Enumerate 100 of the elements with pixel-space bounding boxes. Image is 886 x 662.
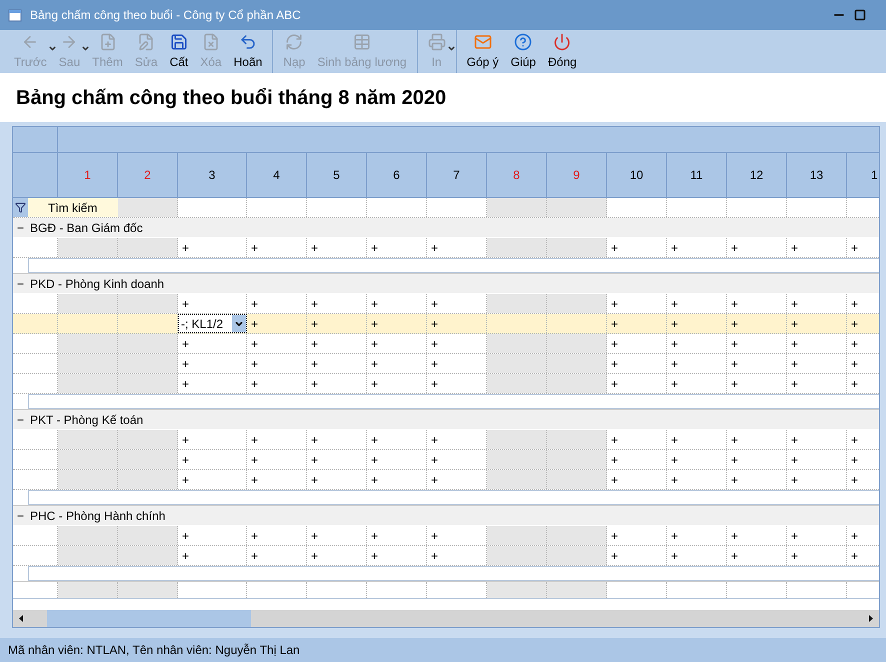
weekend-cell <box>547 546 607 565</box>
attendance-mark: + <box>371 316 378 332</box>
attendance-mark: + <box>251 316 258 332</box>
employee-row[interactable]: + + + + + + + + + + <box>13 374 879 394</box>
attendance-mark: + <box>731 376 738 392</box>
toolbar-button[interactable]: Cất <box>164 30 194 73</box>
attendance-mark: + <box>611 376 618 392</box>
weekend-cell <box>487 450 547 469</box>
employee-row[interactable]: + + + + + + + + + + <box>13 430 879 450</box>
document-x-icon <box>202 32 220 50</box>
search-field[interactable]: Tìm kiếm <box>28 198 118 217</box>
collapse-toggle[interactable]: − <box>13 410 28 428</box>
weekend-cell <box>487 334 547 353</box>
employee-row[interactable]: + + + + + + + + + + <box>13 450 879 470</box>
employee-row[interactable]: + + + + + + + + + + <box>13 238 879 258</box>
attendance-mark: + <box>791 452 798 468</box>
attendance-mark: + <box>251 432 258 448</box>
attendance-mark: + <box>611 452 618 468</box>
employee-row[interactable]: + + + + + + + + + + <box>13 354 879 374</box>
day-header: 8 <box>487 153 547 197</box>
group-title: PHC - Phòng Hành chính <box>29 508 166 524</box>
attendance-mark: + <box>731 472 738 488</box>
attendance-mark: + <box>851 432 858 448</box>
toolbar-button[interactable]: Giúp <box>504 30 542 73</box>
toolbar-button[interactable]: Góp ý <box>460 30 505 73</box>
weekend-cell <box>58 334 118 353</box>
attendance-mark: + <box>851 452 858 468</box>
attendance-mark: + <box>251 452 258 468</box>
weekend-cell <box>58 582 118 598</box>
attendance-mark: + <box>182 548 190 564</box>
attendance-mark: + <box>671 548 678 564</box>
scroll-thumb[interactable] <box>47 610 251 627</box>
envelope-icon <box>474 32 492 50</box>
attendance-mark: + <box>731 548 738 564</box>
weekend-cell <box>58 450 118 469</box>
attendance-mark: + <box>851 472 858 488</box>
attendance-mark: + <box>431 336 438 352</box>
toolbar-button[interactable]: Hoãn <box>228 30 268 73</box>
toolbar-button[interactable]: Đóng <box>542 30 583 73</box>
attendance-mark: + <box>851 296 858 312</box>
attendance-mark: + <box>431 316 438 332</box>
printer-icon <box>428 32 446 50</box>
day-header: 9 <box>547 153 607 197</box>
attendance-mark: + <box>311 376 318 392</box>
filter-icon[interactable] <box>15 202 26 213</box>
maximize-icon[interactable] <box>854 9 866 21</box>
horizontal-scrollbar[interactable] <box>13 610 879 627</box>
day-header: 1 <box>58 153 118 197</box>
attendance-mark: + <box>731 316 738 332</box>
day-header: 6 <box>367 153 427 197</box>
attendance-mark: + <box>311 240 318 256</box>
attendance-mark: + <box>791 240 798 256</box>
dropdown-button[interactable] <box>232 315 246 332</box>
undo-icon <box>238 32 257 50</box>
employee-row[interactable]: + + + + + + + + + + <box>13 526 879 546</box>
attendance-mark: + <box>182 336 190 352</box>
attendance-mark: + <box>431 452 438 468</box>
attendance-mark: + <box>611 432 618 448</box>
day-header: 5 <box>307 153 367 197</box>
refresh-icon <box>285 32 304 50</box>
attendance-mark: + <box>611 296 618 312</box>
employee-row[interactable]: + + + + + + + + + + <box>13 334 879 354</box>
attendance-mark: + <box>251 528 258 544</box>
document-pen-icon <box>137 32 156 50</box>
weekend-cell <box>118 374 178 393</box>
day-header: 1 <box>847 153 879 197</box>
attendance-mark: + <box>611 548 618 564</box>
attendance-mark: + <box>431 432 438 448</box>
attendance-mark: + <box>371 452 378 468</box>
collapse-toggle[interactable]: − <box>13 274 28 292</box>
attendance-mark: + <box>851 240 858 256</box>
day-header: 4 <box>247 153 307 197</box>
attendance-mark: + <box>182 356 190 372</box>
weekend-cell <box>547 334 607 353</box>
attendance-mark: + <box>671 296 678 312</box>
weekend-cell <box>547 374 607 393</box>
employee-row[interactable]: + + + + + + + + + + <box>13 546 879 566</box>
collapse-toggle[interactable]: − <box>13 218 28 236</box>
attendance-mark: + <box>851 336 858 352</box>
attendance-mark: + <box>671 432 678 448</box>
document-plus-icon <box>98 32 116 50</box>
day-header: 11 <box>667 153 727 197</box>
attendance-mark: + <box>791 548 798 564</box>
attendance-mark: + <box>731 432 738 448</box>
collapse-toggle[interactable]: − <box>13 506 28 524</box>
attendance-mark: + <box>311 548 318 564</box>
attendance-mark: + <box>251 548 258 564</box>
attendance-mark: + <box>431 528 438 544</box>
attendance-mark: + <box>311 472 318 488</box>
attendance-mark: + <box>611 472 618 488</box>
employee-row[interactable]: -; KL1/2 + + + + + + + + + <box>13 314 879 334</box>
attendance-mark: + <box>611 528 618 544</box>
cell-editor[interactable]: -; KL1/2 <box>178 314 247 333</box>
attendance-mark: + <box>851 356 858 372</box>
attendance-mark: + <box>371 296 378 312</box>
attendance-mark: + <box>182 296 190 312</box>
attendance-mark: + <box>182 528 190 544</box>
attendance-mark: + <box>671 356 678 372</box>
attendance-mark: + <box>371 356 378 372</box>
employee-row[interactable]: + + + + + + + + + + <box>13 470 879 490</box>
